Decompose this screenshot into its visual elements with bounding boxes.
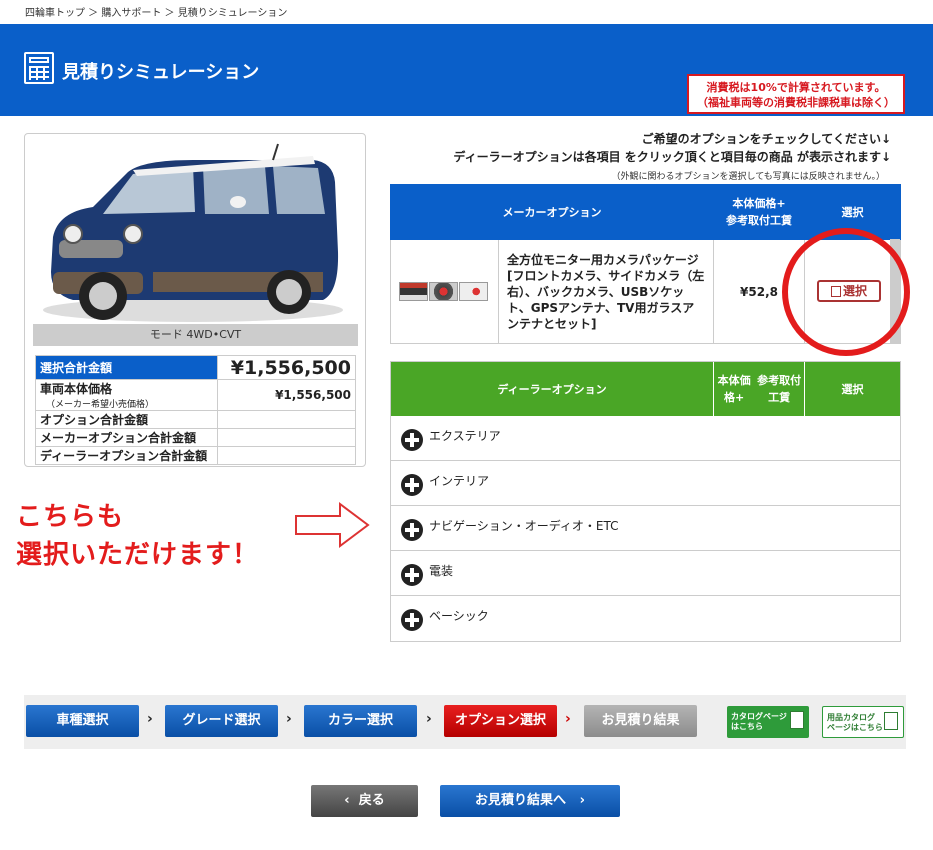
plus-circle-icon — [401, 519, 423, 541]
dealer-option-header: ディーラーオプション — [391, 362, 714, 416]
category-label: インテリア — [429, 474, 490, 488]
tax-notice-line1: 消費税は10%で計算されています。 — [706, 81, 886, 94]
category-label: 電装 — [429, 564, 454, 578]
annotation-text: こちらも 選択いただけます！ — [16, 498, 259, 574]
camera-thumbnail — [459, 282, 488, 301]
maker-option-header: メーカーオプション — [390, 184, 714, 240]
maker-total-label: メーカーオプション合計金額 — [35, 428, 218, 447]
instruction-line2: ディーラーオプションは各項目 をクリック頂くと項目毎の商品 が表示されます↓ — [453, 150, 891, 164]
category-navigation[interactable]: ナビゲーション・オーディオ・ETC — [391, 506, 900, 551]
dealer-option-table: ディーラーオプション 本体価格+ 参考取付工賃 選択 エクステリア インテリア ナ… — [390, 361, 901, 642]
dealer-total-value — [217, 446, 356, 465]
chevron-left-icon: ‹ — [344, 793, 350, 808]
instructions: ご希望のオプションをチェックしてください↓ ディーラーオプションは各項目 をクリ… — [453, 130, 891, 166]
dealer-total-label: ディーラーオプション合計金額 — [35, 446, 218, 465]
option-total-value — [217, 410, 356, 429]
plus-circle-icon — [401, 474, 423, 496]
dealer-price-header-2: 参考取付工賃 — [757, 374, 802, 404]
estimate-result-button[interactable]: お見積り結果へ › — [440, 785, 620, 817]
category-interior[interactable]: インテリア — [391, 461, 900, 506]
model-label: モード 4WD•CVT — [33, 324, 358, 346]
dealer-select-header: 選択 — [841, 382, 864, 396]
step-grade-select[interactable]: グレード選択 — [165, 705, 278, 737]
total-value: ¥1,556,500 — [217, 355, 356, 380]
calculator-icon — [24, 52, 54, 84]
chevron-right-icon: › — [579, 793, 585, 808]
breadcrumb[interactable]: 四輪車トップ ＞ 購入サポート ＞ 見積りシミュレーション — [25, 4, 287, 19]
chevron-right-icon: › — [147, 711, 153, 727]
step-bar: 車種選択 › グレード選択 › カラー選択 › オプション選択 › お見積り結果… — [24, 695, 906, 749]
annotation-line2: 選択いただけます！ — [16, 540, 260, 570]
body-price-value: ¥1,556,500 — [217, 379, 356, 411]
body-price-label-text: 車両本体価格 — [40, 382, 113, 396]
maker-price-header-1: 本体価格+ — [732, 197, 786, 210]
dealer-price-header: 本体価格+ 参考取付工賃 — [714, 362, 805, 416]
camera-thumbnail — [429, 282, 458, 301]
chevron-right-icon: › — [286, 711, 292, 727]
back-button[interactable]: ‹ 戻る — [311, 785, 418, 817]
body-price-label: 車両本体価格 （メーカー希望小売価格） — [35, 379, 218, 411]
accessory-catalog-button[interactable]: 用品カタログ ページはこちら — [822, 706, 904, 738]
camera-thumbnail — [399, 282, 428, 301]
right-arrow-icon — [295, 502, 370, 548]
photo-note: （外観に関わるオプションを選択しても写真には反映されません。） — [611, 172, 885, 182]
step-estimate-result[interactable]: お見積り結果 — [584, 705, 697, 737]
tax-notice-line2: （福祉車両等の消費税非課税車は除く） — [697, 96, 895, 109]
plus-circle-icon — [401, 429, 423, 451]
car-panel: モード 4WD•CVT 選択合計金額 ¥1,556,500 車両本体価格 （メーカ… — [24, 133, 366, 467]
category-label: ベーシック — [429, 609, 489, 623]
option-name: 全方位モニター用カメラパッケージ[フロントカメラ、サイドカメラ（左右）、バックカ… — [498, 239, 714, 344]
catalog-page-button[interactable]: カタログページ はこちら — [727, 706, 809, 738]
highlight-circle — [782, 228, 910, 356]
document-icon — [790, 711, 804, 729]
document-icon — [884, 712, 898, 730]
maker-price-header-2: 参考取付工賃 — [726, 214, 792, 227]
dealer-option-header-row: ディーラーオプション 本体価格+ 参考取付工賃 選択 — [391, 362, 900, 416]
next-label: お見積り結果へ — [475, 793, 567, 808]
page-title: 見積りシミュレーション — [62, 62, 260, 83]
plus-circle-icon — [401, 609, 423, 631]
option-total-label: オプション合計金額 — [35, 410, 218, 429]
category-electrical[interactable]: 電装 — [391, 551, 900, 596]
body-price-sub: （メーカー希望小売価格） — [46, 400, 155, 410]
price-summary: 選択合計金額 ¥1,556,500 車両本体価格 （メーカー希望小売価格） ¥1,… — [35, 355, 356, 465]
tax-notice: 消費税は10%で計算されています。 （福祉車両等の消費税非課税車は除く） — [687, 74, 905, 114]
instruction-line1: ご希望のオプションをチェックしてください↓ — [641, 132, 891, 146]
step-color-select[interactable]: カラー選択 — [304, 705, 417, 737]
chevron-right-icon: › — [565, 711, 571, 727]
category-label: ナビゲーション・オーディオ・ETC — [429, 519, 619, 533]
annotation-line1: こちらも — [16, 502, 125, 532]
step-option-select[interactable]: オプション選択 — [444, 705, 557, 737]
category-label: エクステリア — [429, 429, 501, 443]
page-header: 見積りシミュレーション 消費税は10%で計算されています。 （福祉車両等の消費税… — [0, 24, 933, 116]
total-label: 選択合計金額 — [35, 355, 218, 380]
plus-circle-icon — [401, 564, 423, 586]
chevron-right-icon: › — [426, 711, 432, 727]
category-basic[interactable]: ベーシック — [391, 596, 900, 641]
step-car-select[interactable]: 車種選択 — [26, 705, 139, 737]
option-thumbnails — [390, 239, 499, 344]
dealer-price-header-1: 本体価格+ — [717, 374, 751, 404]
maker-price-header: 本体価格+ 参考取付工賃 — [713, 184, 805, 240]
back-label: 戻る — [358, 793, 385, 808]
maker-total-value — [217, 428, 356, 447]
category-exterior[interactable]: エクステリア — [391, 416, 900, 461]
